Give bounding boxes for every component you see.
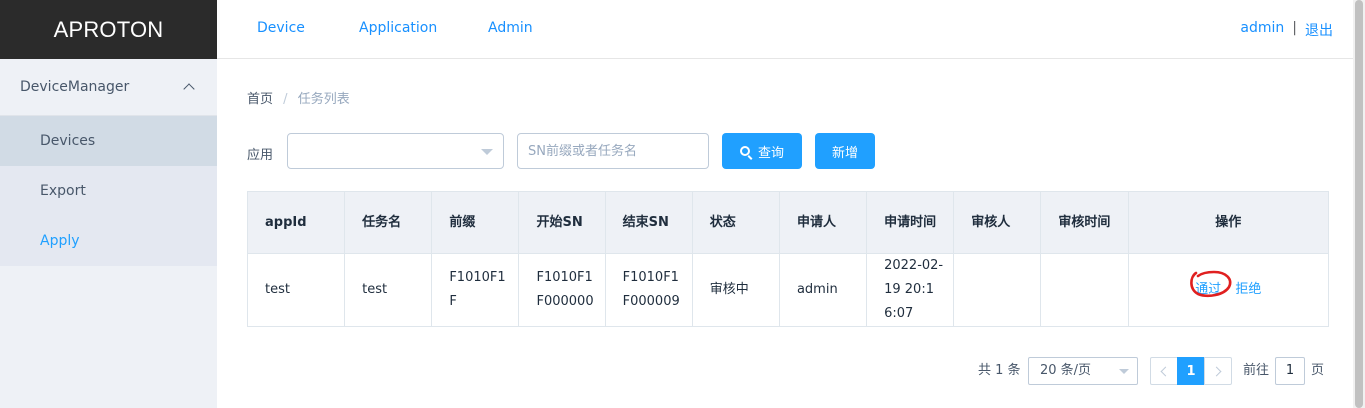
top-bar: Device Application Admin admin | 退出 [217, 0, 1353, 59]
cell-review-time [1040, 253, 1129, 327]
chevron-left-icon [1160, 366, 1171, 376]
chevron-right-icon [1211, 366, 1222, 376]
scrollbar-thumb[interactable] [1355, 0, 1363, 408]
header-appid[interactable]: appId [246, 191, 346, 254]
search-icon [739, 146, 750, 156]
reject-link[interactable]: 拒绝 [1235, 278, 1261, 302]
goto-page-input[interactable]: 1 [1275, 357, 1305, 385]
sidebar-submenu: Devices Export Apply [0, 116, 217, 266]
breadcrumb-separator: / [283, 92, 288, 107]
header-applicant[interactable]: 申请人 [778, 191, 868, 254]
sidebar: DeviceManager Devices Export Apply [0, 59, 217, 408]
cell-apply-time: 2022-02-19 20:16:07 [866, 253, 955, 327]
hand-drawn-circle-mark [1190, 270, 1232, 298]
page-scrollbar[interactable] [1353, 0, 1365, 408]
header-reviewer[interactable]: 审核人 [953, 191, 1042, 254]
app-filter-label: 应用 [247, 148, 274, 163]
breadcrumb-current: 任务列表 [297, 92, 350, 107]
cell-reviewer [953, 253, 1042, 327]
sidebar-item-export[interactable]: Export [0, 166, 217, 216]
page-size-select[interactable]: 20 条/页 [1028, 357, 1138, 385]
header-apply-time[interactable]: 申请时间 [866, 191, 955, 254]
header-prefix[interactable]: 前缀 [431, 191, 520, 254]
user-name[interactable]: admin [1240, 20, 1284, 40]
breadcrumb: 首页 / 任务列表 [247, 88, 350, 107]
table-header-row: appId 任务名 前缀 开始SN 结束SN 状态 申请人 申请时间 审核人 审… [246, 191, 1330, 254]
cell-appid: test [246, 253, 346, 327]
add-button-label: 新增 [831, 144, 858, 160]
breadcrumb-home[interactable]: 首页 [247, 92, 273, 107]
user-box: admin | 退出 [1240, 20, 1333, 40]
sidebar-item-devices[interactable]: Devices [0, 116, 217, 166]
sidebar-item-apply[interactable]: Apply [0, 216, 217, 266]
page-number-current[interactable]: 1 [1177, 357, 1205, 385]
sidebar-group-devicemanager[interactable]: DeviceManager [0, 59, 217, 116]
cell-task-name: test [344, 253, 433, 327]
sidebar-group-label: DeviceManager [20, 79, 130, 95]
header-review-time[interactable]: 审核时间 [1040, 191, 1129, 254]
add-button[interactable]: 新增 [815, 133, 875, 169]
table-row: test test F1010F1F F1010F1F000000 F1010F… [246, 253, 1330, 327]
cell-applicant: admin [778, 253, 868, 327]
cell-end-sn: F1010F1F000009 [604, 253, 693, 327]
query-button-label: 查询 [757, 144, 784, 160]
user-separator: | [1292, 20, 1297, 36]
header-status[interactable]: 状态 [691, 191, 780, 254]
cell-start-sn: F1010F1F000000 [518, 253, 606, 327]
cell-actions: 通过 拒绝 [1127, 253, 1330, 327]
pagination-total: 共 1 条 [978, 363, 1021, 378]
nav-device[interactable]: Device [257, 20, 305, 36]
logout-link[interactable]: 退出 [1305, 20, 1333, 40]
approve-link-wrap: 通过 [1190, 270, 1232, 302]
page-size-value: 20 条/页 [1040, 363, 1092, 378]
header-start-sn[interactable]: 开始SN [518, 191, 606, 254]
caret-down-icon [481, 149, 493, 155]
cell-prefix: F1010F1F [431, 253, 520, 327]
prev-page-button[interactable] [1150, 357, 1178, 385]
task-table: appId 任务名 前缀 开始SN 结束SN 状态 申请人 申请时间 审核人 审… [246, 191, 1330, 327]
nav-application[interactable]: Application [359, 20, 437, 36]
chevron-up-icon [183, 83, 195, 95]
cell-status: 审核中 [691, 253, 780, 327]
page-suffix-label: 页 [1311, 363, 1325, 378]
header-end-sn[interactable]: 结束SN [604, 191, 693, 254]
header-task-name[interactable]: 任务名 [344, 191, 433, 254]
search-input[interactable] [517, 133, 709, 169]
caret-down-icon [1119, 369, 1129, 374]
nav-admin[interactable]: Admin [488, 20, 533, 36]
header-actions: 操作 [1127, 191, 1330, 254]
goto-label: 前往 [1243, 363, 1270, 378]
app-select[interactable] [287, 133, 504, 169]
next-page-button[interactable] [1204, 357, 1232, 385]
query-button[interactable]: 查询 [722, 133, 802, 169]
app-logo[interactable]: APROTON [0, 0, 217, 59]
